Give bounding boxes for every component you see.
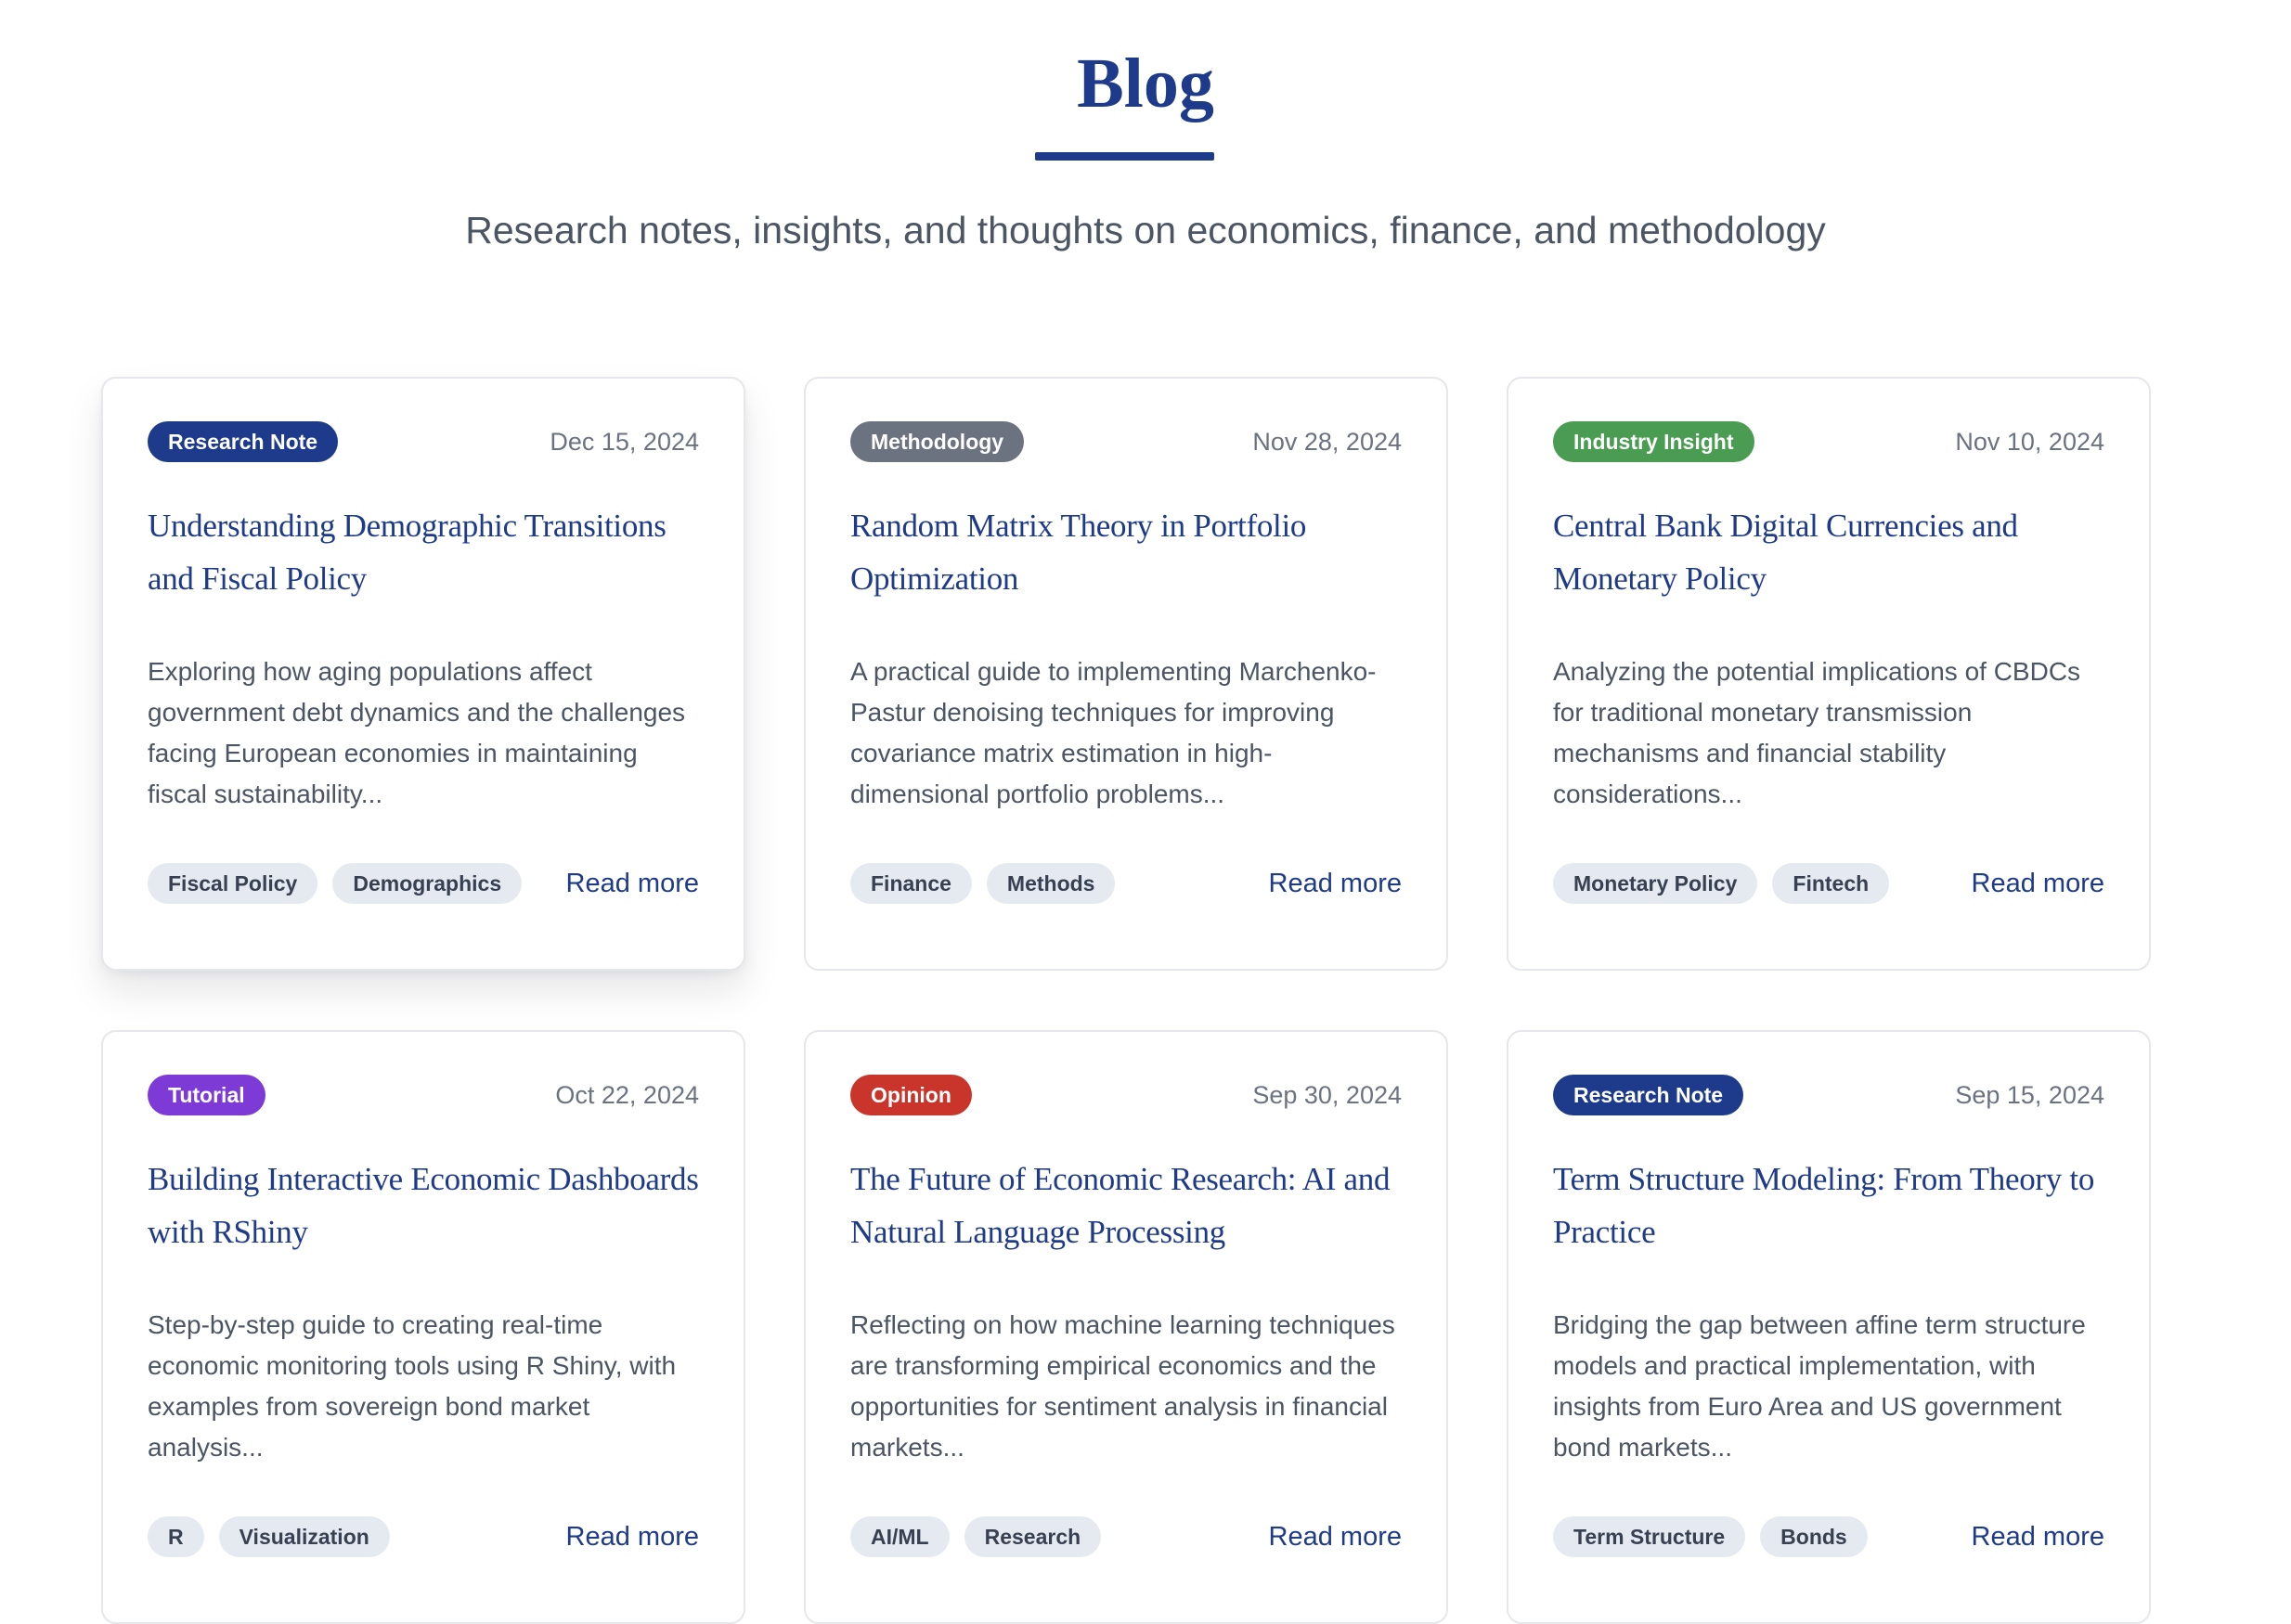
post-excerpt: Step-by-step guide to creating real-time… xyxy=(148,1310,677,1462)
tag[interactable]: Methods xyxy=(986,863,1116,904)
tag[interactable]: Research xyxy=(964,1516,1102,1557)
card-header: Research Note Dec 15, 2024 xyxy=(148,421,699,462)
post-date: Nov 10, 2024 xyxy=(1955,427,2104,456)
card-header: Industry Insight Nov 10, 2024 xyxy=(1553,421,2104,462)
read-more-link[interactable]: Read more xyxy=(566,869,699,899)
post-title[interactable]: Understanding Demographic Transitions an… xyxy=(148,499,699,605)
card-footer: R Visualization Read more xyxy=(148,1516,699,1557)
tag[interactable]: R xyxy=(148,1516,204,1557)
post-date: Sep 15, 2024 xyxy=(1955,1080,2104,1109)
post-excerpt: Analyzing the potential implications of … xyxy=(1553,657,2081,808)
post-date: Oct 22, 2024 xyxy=(555,1080,699,1109)
post-card[interactable]: Opinion Sep 30, 2024 The Future of Econo… xyxy=(804,1030,1448,1624)
tag[interactable]: Monetary Policy xyxy=(1553,863,1758,904)
category-badge: Industry Insight xyxy=(1553,421,1754,462)
tag[interactable]: Fintech xyxy=(1772,863,1890,904)
post-card[interactable]: Methodology Nov 28, 2024 Random Matrix T… xyxy=(804,377,1448,971)
page-title: Blog xyxy=(1077,45,1214,122)
tag-list: Finance Methods xyxy=(850,863,1116,904)
card-header: Research Note Sep 15, 2024 xyxy=(1553,1075,2104,1115)
card-header: Tutorial Oct 22, 2024 xyxy=(148,1075,699,1115)
post-excerpt: Reflecting on how machine learning techn… xyxy=(850,1310,1395,1462)
tag-list: AI/ML Research xyxy=(850,1516,1102,1557)
post-title[interactable]: Random Matrix Theory in Portfolio Optimi… xyxy=(850,499,1402,605)
read-more-link[interactable]: Read more xyxy=(1972,869,2104,899)
post-date: Nov 28, 2024 xyxy=(1252,427,1402,456)
card-footer: AI/ML Research Read more xyxy=(850,1516,1402,1557)
tag[interactable]: Visualization xyxy=(218,1516,390,1557)
post-title[interactable]: The Future of Economic Research: AI and … xyxy=(850,1153,1402,1258)
post-title[interactable]: Term Structure Modeling: From Theory to … xyxy=(1553,1153,2104,1258)
read-more-link[interactable]: Read more xyxy=(1972,1522,2104,1553)
tag[interactable]: Term Structure xyxy=(1553,1516,1746,1557)
post-excerpt: Bridging the gap between affine term str… xyxy=(1553,1310,2086,1462)
tag[interactable]: Bonds xyxy=(1760,1516,1868,1557)
card-footer: Finance Methods Read more xyxy=(850,863,1402,904)
tag-list: Monetary Policy Fintech xyxy=(1553,863,1890,904)
tag-list: Term Structure Bonds xyxy=(1553,1516,1868,1557)
tag[interactable]: AI/ML xyxy=(850,1516,950,1557)
post-card[interactable]: Research Note Sep 15, 2024 Term Structur… xyxy=(1507,1030,2151,1624)
category-badge: Research Note xyxy=(148,421,339,462)
category-badge: Opinion xyxy=(850,1075,972,1115)
post-grid: Research Note Dec 15, 2024 Understanding… xyxy=(101,377,2151,1624)
card-header: Opinion Sep 30, 2024 xyxy=(850,1075,1402,1115)
post-date: Sep 30, 2024 xyxy=(1252,1080,1402,1109)
read-more-link[interactable]: Read more xyxy=(566,1522,699,1553)
card-footer: Monetary Policy Fintech Read more xyxy=(1553,863,2104,904)
category-badge: Research Note xyxy=(1553,1075,1744,1115)
category-badge: Tutorial xyxy=(148,1075,265,1115)
read-more-link[interactable]: Read more xyxy=(1269,1522,1402,1553)
page-subtitle: Research notes, insights, and thoughts o… xyxy=(465,209,1826,251)
tag-list: R Visualization xyxy=(148,1516,390,1557)
tag-list: Fiscal Policy Demographics xyxy=(148,863,523,904)
title-underline xyxy=(1035,152,1214,161)
post-excerpt: Exploring how aging populations affect g… xyxy=(148,657,686,808)
tag[interactable]: Demographics xyxy=(332,863,523,904)
post-title[interactable]: Building Interactive Economic Dashboards… xyxy=(148,1153,699,1258)
read-more-link[interactable]: Read more xyxy=(1269,869,1402,899)
tag[interactable]: Finance xyxy=(850,863,972,904)
post-card[interactable]: Tutorial Oct 22, 2024 Building Interacti… xyxy=(101,1030,745,1624)
card-footer: Term Structure Bonds Read more xyxy=(1553,1516,2104,1557)
post-card[interactable]: Research Note Dec 15, 2024 Understanding… xyxy=(101,377,745,971)
card-footer: Fiscal Policy Demographics Read more xyxy=(148,863,699,904)
post-title[interactable]: Central Bank Digital Currencies and Mone… xyxy=(1553,499,2104,605)
post-card[interactable]: Industry Insight Nov 10, 2024 Central Ba… xyxy=(1507,377,2151,971)
post-date: Dec 15, 2024 xyxy=(550,427,699,456)
post-excerpt: A practical guide to implementing Marche… xyxy=(850,657,1377,808)
category-badge: Methodology xyxy=(850,421,1025,462)
tag[interactable]: Fiscal Policy xyxy=(148,863,318,904)
card-header: Methodology Nov 28, 2024 xyxy=(850,421,1402,462)
blog-page: Blog Research notes, insights, and thoug… xyxy=(0,0,2291,1624)
